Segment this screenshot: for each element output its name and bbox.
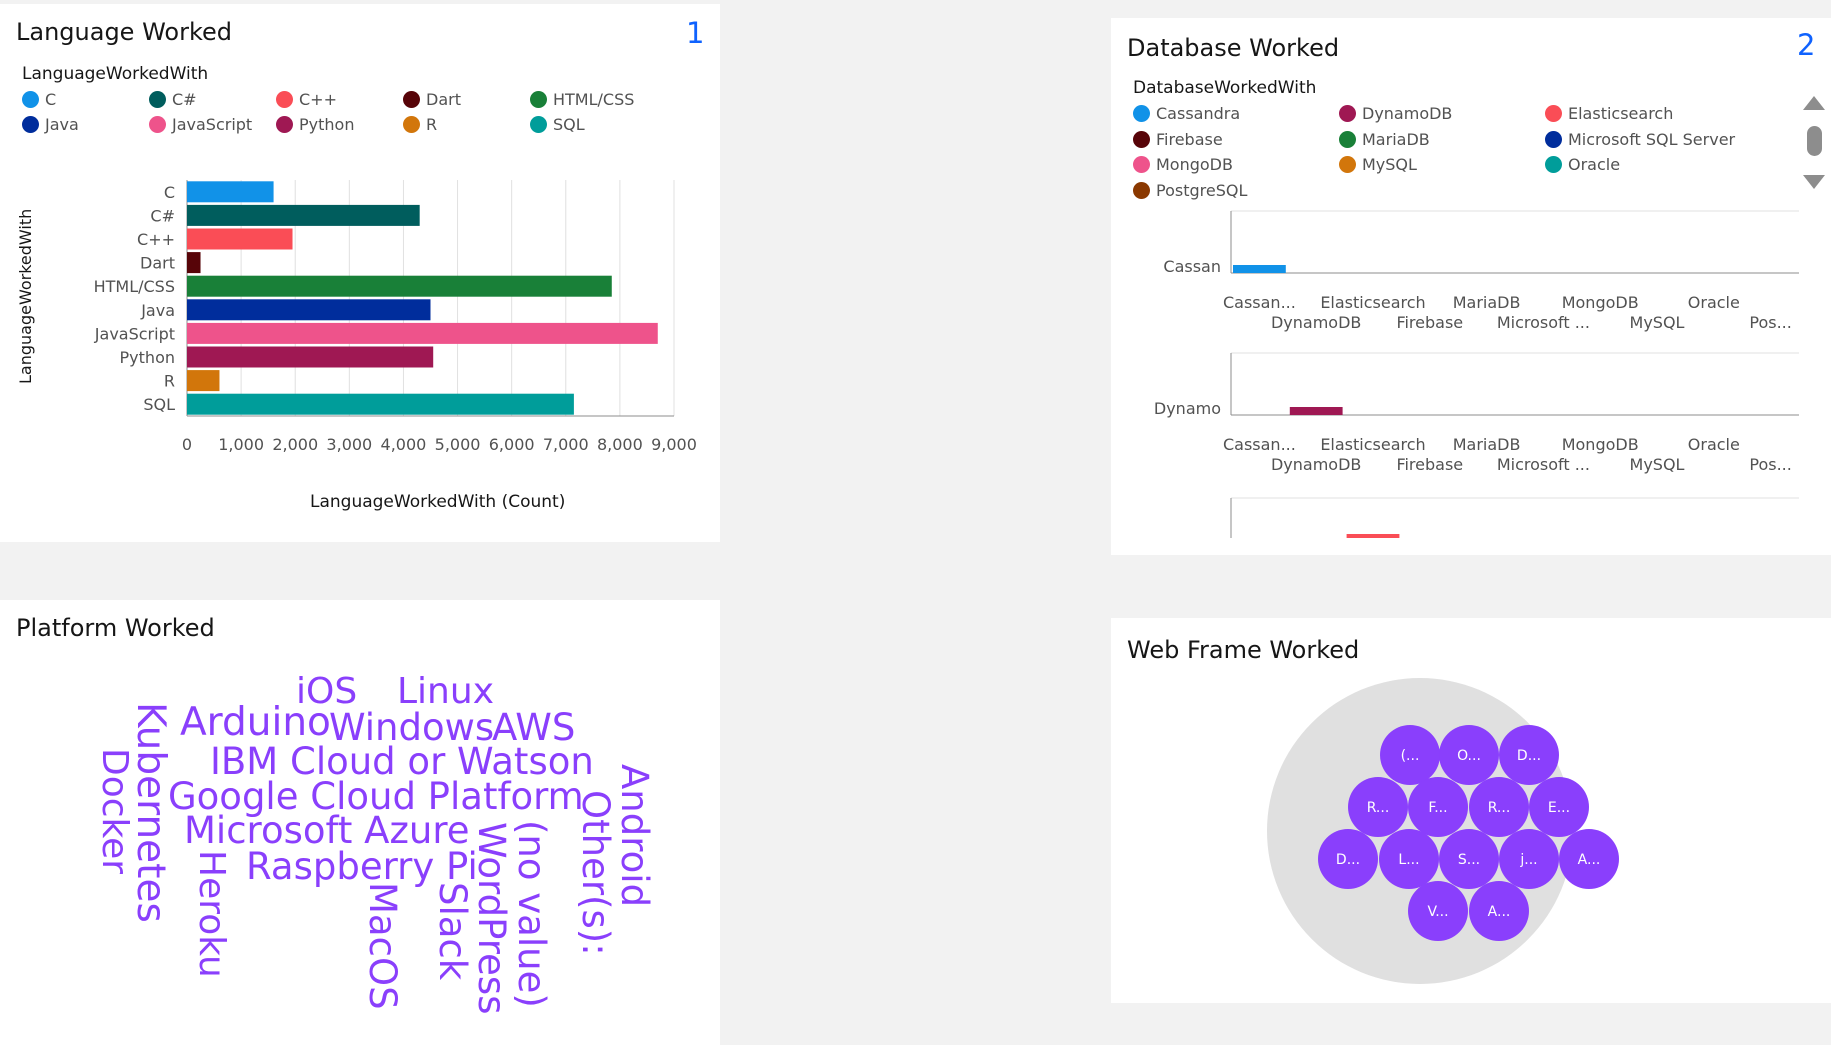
cloud-word[interactable]: MacOS xyxy=(361,882,404,1010)
x-tick-label: Pos... xyxy=(1749,455,1791,474)
cloud-word[interactable]: WordPress xyxy=(470,822,513,1014)
bubble-label: F... xyxy=(1428,800,1447,816)
x-tick-label: Cassan... xyxy=(1223,435,1296,454)
bubble-pack-chart: (... O... D... R... F... R... E... D... L... S...… xyxy=(1267,678,1619,984)
cloud-word[interactable]: Arduino xyxy=(180,703,331,742)
bar[interactable] xyxy=(187,299,431,321)
bar[interactable] xyxy=(1346,534,1400,538)
y-tick-label: JavaScript xyxy=(94,324,175,343)
y-tick-label: Java xyxy=(140,301,175,320)
bubble-label: (... xyxy=(1401,748,1420,764)
x-tick-label: 4,000 xyxy=(381,435,427,454)
x-tick-label: Firebase xyxy=(1396,455,1463,474)
language-worked-panel: Language Worked 1 LanguageWorkedWith C C#… xyxy=(0,4,720,542)
cloud-word[interactable]: Raspberry Pi xyxy=(246,848,478,885)
bubble-label: O... xyxy=(1457,748,1481,764)
cloud-word[interactable]: (no value) xyxy=(510,820,553,1008)
bar[interactable] xyxy=(187,322,658,344)
bar[interactable] xyxy=(187,275,612,297)
y-tick-label: C# xyxy=(150,206,175,225)
cloud-word[interactable]: Microsoft Azure xyxy=(184,812,470,849)
x-tick-label: MySQL xyxy=(1630,455,1685,474)
bubble-label: V... xyxy=(1427,904,1448,920)
x-tick-label: 7,000 xyxy=(543,435,589,454)
y-tick-label: C++ xyxy=(137,230,175,249)
x-tick-label: Firebase xyxy=(1396,313,1463,332)
bar[interactable] xyxy=(1289,407,1343,415)
web-frame-worked-panel: Web Frame Worked (... O... D... R... F... R..… xyxy=(1111,618,1831,1003)
x-tick-label: Microsoft ... xyxy=(1497,455,1590,474)
y-tick-label: C xyxy=(164,183,175,202)
bubble-label: j... xyxy=(1519,852,1537,868)
y-axis-title: LanguageWorkedWith xyxy=(16,208,35,384)
x-tick-label: Elasticsearch xyxy=(1320,435,1425,454)
bar[interactable] xyxy=(187,252,201,274)
x-tick-label: 0 xyxy=(182,435,192,454)
row-label: Cassan xyxy=(1163,257,1221,276)
x-tick-label: MariaDB xyxy=(1453,435,1521,454)
row-label: Dynamo xyxy=(1154,399,1221,418)
bubble-label: S... xyxy=(1458,852,1480,868)
bubble-label: R... xyxy=(1367,800,1390,816)
bar[interactable] xyxy=(187,181,274,203)
language-bar-chart: 0 1,000 2,000 3,000 4,000 5,000 6,000 7,000 8,00… xyxy=(94,180,697,454)
x-tick-label: Pos... xyxy=(1749,313,1791,332)
platform-worked-panel: Platform Worked iOS Linux Arduino Windows AW… xyxy=(0,600,720,1045)
x-tick-label: DynamoDB xyxy=(1271,313,1361,332)
x-tick-label: 2,000 xyxy=(272,435,318,454)
x-tick-label: 5,000 xyxy=(435,435,481,454)
x-tick-label: MongoDB xyxy=(1562,293,1639,312)
database-small-multiples-chart: CassanCassan...DynamoDBElasticsearchFire… xyxy=(1154,210,1799,538)
bar[interactable] xyxy=(187,393,574,415)
x-tick-label: 3,000 xyxy=(326,435,372,454)
bubble-label: A... xyxy=(1488,904,1511,920)
x-tick-label: Elasticsearch xyxy=(1320,293,1425,312)
bubble-label: A... xyxy=(1578,852,1601,868)
bubble-label: D... xyxy=(1517,748,1541,764)
cloud-word[interactable]: Other(s): xyxy=(574,790,617,956)
x-tick-label: DynamoDB xyxy=(1271,455,1361,474)
bar[interactable] xyxy=(187,346,434,368)
x-tick-label: 8,000 xyxy=(597,435,643,454)
bubble-label: D... xyxy=(1336,852,1360,868)
x-tick-label: MongoDB xyxy=(1562,435,1639,454)
y-tick-label: Python xyxy=(120,348,175,367)
x-tick-label: Oracle xyxy=(1688,293,1740,312)
x-tick-label: Oracle xyxy=(1688,435,1740,454)
cloud-word[interactable]: Android xyxy=(613,764,656,907)
bar[interactable] xyxy=(187,370,220,392)
bubble-label: E... xyxy=(1548,800,1570,816)
y-tick-label: SQL xyxy=(143,395,175,414)
y-tick-label: R xyxy=(164,372,175,391)
bar[interactable] xyxy=(187,204,420,226)
bar[interactable] xyxy=(187,228,293,250)
database-worked-panel: Database Worked 2 DatabaseWorkedWith Cas… xyxy=(1111,18,1831,555)
x-tick-label: 1,000 xyxy=(218,435,264,454)
x-tick-label: 9,000 xyxy=(651,435,697,454)
x-tick-label: MariaDB xyxy=(1453,293,1521,312)
x-tick-label: MySQL xyxy=(1630,313,1685,332)
bubble-label: L... xyxy=(1398,852,1419,868)
cloud-word[interactable]: Heroku xyxy=(191,850,232,978)
bubble-label: R... xyxy=(1488,800,1511,816)
cloud-word[interactable]: Docker xyxy=(94,748,135,874)
bar[interactable] xyxy=(1233,265,1286,273)
word-cloud: iOS Linux Arduino Windows AWS IBM Cloud or Wa… xyxy=(0,600,720,1045)
x-tick-label: 6,000 xyxy=(489,435,535,454)
x-tick-label: Microsoft ... xyxy=(1497,313,1590,332)
cloud-word[interactable]: Linux xyxy=(397,674,494,710)
cloud-word[interactable]: Slack xyxy=(431,882,474,980)
x-axis-title: LanguageWorkedWith (Count) xyxy=(310,492,566,512)
x-tick-label: Cassan... xyxy=(1223,293,1296,312)
cloud-word[interactable]: Kubernetes xyxy=(128,702,173,923)
y-tick-label: HTML/CSS xyxy=(94,277,175,296)
y-tick-label: Dart xyxy=(140,254,175,273)
